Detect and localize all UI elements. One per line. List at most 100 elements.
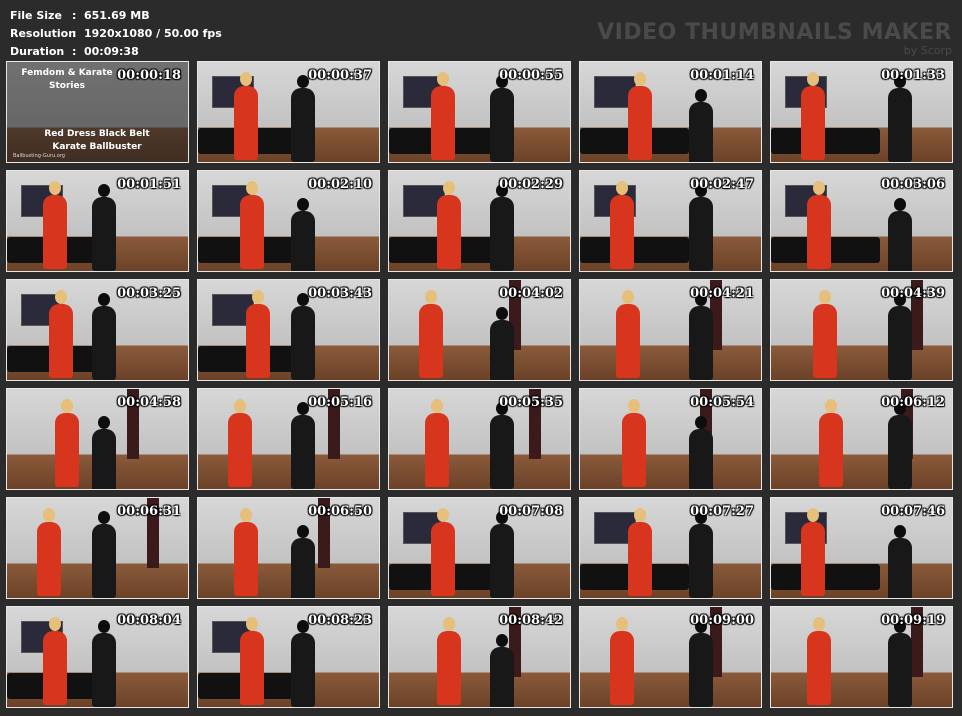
- person-black-outfit: [291, 525, 315, 598]
- person-black-outfit: [888, 525, 912, 598]
- person-red-outfit: [437, 617, 461, 705]
- person-black-outfit: [888, 293, 912, 380]
- person-red-outfit: [622, 399, 646, 487]
- brand-title: VIDEO THUMBNAILS MAKER: [597, 20, 952, 45]
- file-size-value: 651.69 MB: [84, 9, 150, 22]
- video-thumbnail[interactable]: 00:08:42: [388, 606, 571, 708]
- person-red-outfit: [37, 508, 61, 596]
- person-black-outfit: [490, 402, 514, 489]
- person-red-outfit: [234, 72, 258, 160]
- video-thumbnail[interactable]: 00:09:19: [770, 606, 953, 708]
- file-size-label: File Size: [10, 9, 62, 22]
- person-red-outfit: [425, 399, 449, 487]
- timestamp-label: 00:06:31: [117, 504, 181, 519]
- video-thumbnail[interactable]: 00:05:35: [388, 388, 571, 490]
- video-thumbnail[interactable]: 00:06:50: [197, 497, 380, 599]
- video-thumbnail[interactable]: 00:06:31: [6, 497, 189, 599]
- person-black-outfit: [888, 620, 912, 707]
- video-thumbnail[interactable]: 00:01:51: [6, 170, 189, 272]
- sofa: [771, 128, 880, 154]
- video-thumbnail[interactable]: 00:05:54: [579, 388, 762, 490]
- separator: :: [72, 45, 77, 58]
- timestamp-label: 00:00:55: [499, 68, 563, 83]
- video-thumbnail[interactable]: 00:06:12: [770, 388, 953, 490]
- resolution-value: 1920x1080 / 50.00 fps: [84, 27, 222, 40]
- video-thumbnail[interactable]: 00:01:33: [770, 61, 953, 163]
- video-thumbnail[interactable]: 00:08:23: [197, 606, 380, 708]
- video-thumbnail[interactable]: 00:09:00: [579, 606, 762, 708]
- resolution-row: Resolution : 1920x1080 / 50.00 fps: [10, 25, 222, 43]
- timestamp-label: 00:02:47: [690, 177, 754, 192]
- person-black-outfit: [92, 416, 116, 489]
- video-thumbnail[interactable]: 00:03:43: [197, 279, 380, 381]
- person-red-outfit: [228, 399, 252, 487]
- title-line: Red Dress Black Belt: [44, 129, 150, 139]
- video-thumbnail[interactable]: 00:07:46: [770, 497, 953, 599]
- person-black-outfit: [490, 184, 514, 271]
- video-thumbnail[interactable]: 00:08:04: [6, 606, 189, 708]
- timestamp-label: 00:01:33: [881, 68, 945, 83]
- person-red-outfit: [55, 399, 79, 487]
- person-black-outfit: [490, 511, 514, 598]
- video-thumbnail[interactable]: 00:00:37: [197, 61, 380, 163]
- person-black-outfit: [689, 293, 713, 380]
- person-red-outfit: [819, 399, 843, 487]
- brand-watermark: VIDEO THUMBNAILS MAKER by Scorp: [597, 20, 952, 57]
- video-thumbnail[interactable]: 00:07:08: [388, 497, 571, 599]
- video-thumbnail[interactable]: 00:07:27: [579, 497, 762, 599]
- video-thumbnail[interactable]: 00:04:21: [579, 279, 762, 381]
- thumbnail-grid: Femdom & Karate Stories Red Dress Black Be…: [6, 61, 956, 711]
- person-red-outfit: [801, 508, 825, 596]
- person-black-outfit: [689, 620, 713, 707]
- person-red-outfit: [807, 617, 831, 705]
- timestamp-label: 00:01:51: [117, 177, 181, 192]
- video-thumbnail[interactable]: 00:00:55: [388, 61, 571, 163]
- timestamp-label: 00:09:19: [881, 613, 945, 628]
- timestamp-label: 00:08:04: [117, 613, 181, 628]
- person-red-outfit: [431, 508, 455, 596]
- video-thumbnail[interactable]: 00:03:25: [6, 279, 189, 381]
- person-red-outfit: [616, 290, 640, 378]
- video-thumbnail[interactable]: 00:03:06: [770, 170, 953, 272]
- file-info-panel: File Size : 651.69 MB Resolution : 1920x…: [10, 7, 222, 61]
- file-size-row: File Size : 651.69 MB: [10, 7, 222, 25]
- person-black-outfit: [490, 75, 514, 162]
- video-thumbnail[interactable]: Femdom & Karate Stories Red Dress Black Be…: [6, 61, 189, 163]
- person-black-outfit: [291, 198, 315, 271]
- person-black-outfit: [291, 402, 315, 489]
- title-line: Stories: [49, 81, 85, 91]
- person-red-outfit: [813, 290, 837, 378]
- timestamp-label: 00:07:08: [499, 504, 563, 519]
- video-thumbnail[interactable]: 00:04:58: [6, 388, 189, 490]
- video-thumbnail[interactable]: 00:02:47: [579, 170, 762, 272]
- duration-value: 00:09:38: [84, 45, 139, 58]
- video-thumbnail[interactable]: 00:05:16: [197, 388, 380, 490]
- video-thumbnail[interactable]: 00:02:10: [197, 170, 380, 272]
- title-card-bottom-text: Red Dress Black Belt Karate Ballbuster: [7, 128, 187, 154]
- timestamp-label: 00:07:46: [881, 504, 945, 519]
- timestamp-label: 00:02:29: [499, 177, 563, 192]
- person-red-outfit: [234, 508, 258, 596]
- timestamp-label: 00:04:02: [499, 286, 563, 301]
- video-thumbnail[interactable]: 00:02:29: [388, 170, 571, 272]
- timestamp-label: 00:03:43: [308, 286, 372, 301]
- title-line: Femdom & Karate: [21, 68, 113, 78]
- person-red-outfit: [419, 290, 443, 378]
- video-thumbnail[interactable]: 00:01:14: [579, 61, 762, 163]
- person-black-outfit: [689, 511, 713, 598]
- duration-label: Duration: [10, 45, 65, 58]
- timestamp-label: 00:04:21: [690, 286, 754, 301]
- video-thumbnail[interactable]: 00:04:39: [770, 279, 953, 381]
- person-red-outfit: [628, 508, 652, 596]
- person-red-outfit: [431, 72, 455, 160]
- timestamp-label: 00:05:35: [499, 395, 563, 410]
- person-red-outfit: [801, 72, 825, 160]
- person-black-outfit: [689, 184, 713, 271]
- timestamp-label: 00:03:06: [881, 177, 945, 192]
- video-thumbnail[interactable]: 00:04:02: [388, 279, 571, 381]
- timestamp-label: 00:09:00: [690, 613, 754, 628]
- timestamp-label: 00:08:23: [308, 613, 372, 628]
- timestamp-label: 00:02:10: [308, 177, 372, 192]
- person-black-outfit: [888, 402, 912, 489]
- person-black-outfit: [689, 416, 713, 489]
